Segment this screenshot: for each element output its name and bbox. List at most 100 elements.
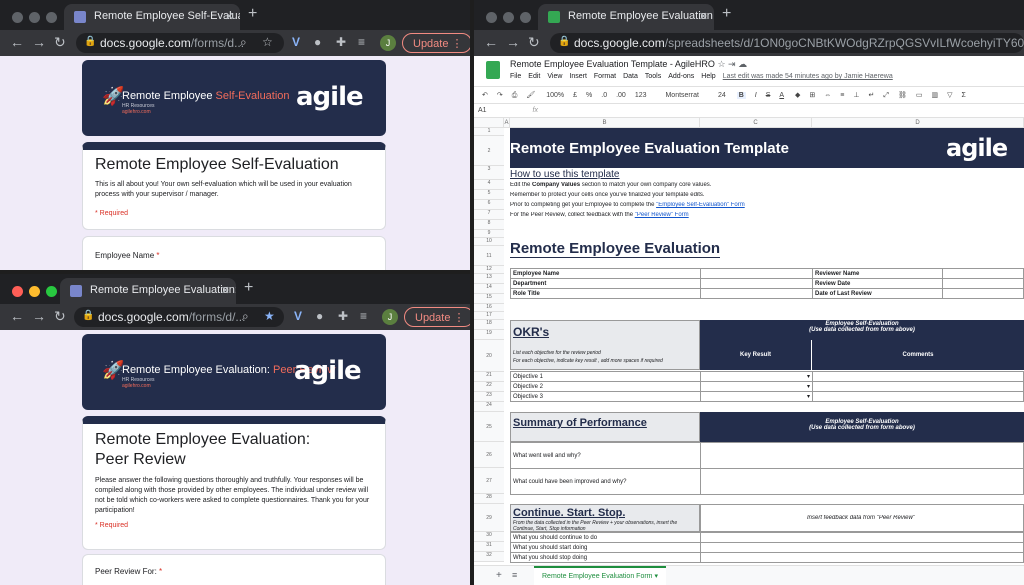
back-icon[interactable]: ← bbox=[10, 308, 24, 324]
address-bar[interactable]: 🔒 docs.google.com/forms/d... bbox=[76, 33, 284, 53]
row-number[interactable]: 1 bbox=[474, 128, 504, 136]
new-tab-icon[interactable]: + bbox=[722, 5, 731, 23]
vimeo-extension-icon[interactable]: V bbox=[292, 35, 300, 49]
address-bar[interactable]: 🔒 docs.google.com/forms/d/... bbox=[74, 307, 284, 327]
star-icon[interactable]: ☆ bbox=[717, 59, 725, 69]
document-title[interactable]: Remote Employee Evaluation Template - Ag… bbox=[510, 59, 747, 70]
borders-icon[interactable]: ⊞ bbox=[809, 92, 815, 99]
forward-icon[interactable]: → bbox=[32, 34, 46, 50]
close-window-button[interactable] bbox=[12, 12, 23, 23]
minimize-window-button[interactable] bbox=[29, 286, 40, 297]
print-icon[interactable]: ⎙ bbox=[512, 92, 518, 99]
row-number[interactable]: 11 bbox=[474, 246, 504, 266]
avatar[interactable]: J bbox=[382, 309, 398, 325]
address-bar[interactable]: 🔒 docs.google.com/spreadsheets/d/1ON0goC… bbox=[550, 33, 1024, 53]
key-result-dropdown[interactable]: ▾ bbox=[700, 391, 813, 402]
info-value[interactable] bbox=[942, 288, 1024, 299]
menu-file[interactable]: File bbox=[510, 73, 521, 80]
minimize-window-button[interactable] bbox=[503, 12, 514, 23]
menu-edit[interactable]: Edit bbox=[528, 73, 540, 80]
zoom-window-button[interactable] bbox=[46, 12, 57, 23]
minimize-window-button[interactable] bbox=[29, 12, 40, 23]
reload-icon[interactable]: ↻ bbox=[54, 308, 66, 325]
number-format-select[interactable]: 123 bbox=[635, 92, 647, 99]
comment-cell[interactable] bbox=[812, 391, 1024, 402]
key-result-dropdown[interactable]: ▾ bbox=[700, 381, 813, 392]
bookmark-star-icon[interactable]: ☆ bbox=[262, 35, 273, 49]
merge-icon[interactable]: ⇔ bbox=[824, 92, 831, 99]
comment-icon[interactable]: ▭ bbox=[916, 92, 923, 99]
fill-color-icon[interactable]: ◆ bbox=[795, 92, 800, 99]
row-header-corner[interactable] bbox=[474, 118, 504, 128]
media-icon[interactable]: ≡ bbox=[358, 35, 365, 49]
row-number[interactable]: 30 bbox=[474, 532, 504, 542]
close-tab-icon[interactable]: ✕ bbox=[225, 10, 234, 23]
zoom-window-button[interactable] bbox=[520, 12, 531, 23]
css-row-value[interactable] bbox=[700, 532, 1024, 543]
comment-cell[interactable] bbox=[812, 371, 1024, 382]
link-icon[interactable]: ⛓ bbox=[898, 92, 907, 99]
italic-button[interactable]: I bbox=[755, 92, 757, 99]
row-number[interactable]: 20 bbox=[474, 340, 504, 372]
row-number[interactable]: 9 bbox=[474, 230, 504, 238]
last-edit-link[interactable]: Last edit was made 54 minutes ago by Jam… bbox=[723, 73, 893, 80]
wrap-icon[interactable]: ↵ bbox=[868, 92, 874, 99]
close-window-button[interactable] bbox=[486, 12, 497, 23]
search-icon[interactable]: ⌕ bbox=[240, 35, 247, 50]
column-header-b[interactable]: B bbox=[510, 118, 700, 128]
info-value[interactable] bbox=[700, 268, 813, 279]
filter-icon[interactable]: ▽ bbox=[947, 92, 952, 99]
zoom-window-button[interactable] bbox=[46, 286, 57, 297]
row-number[interactable]: 3 bbox=[474, 166, 504, 180]
question-card[interactable]: Peer Review For: * bbox=[82, 554, 386, 585]
info-value[interactable] bbox=[700, 288, 813, 299]
row-number[interactable]: 23 bbox=[474, 392, 504, 402]
key-result-dropdown[interactable]: ▾ bbox=[700, 371, 813, 382]
css-row-value[interactable] bbox=[700, 552, 1024, 563]
comment-cell[interactable] bbox=[812, 381, 1024, 392]
forward-icon[interactable]: → bbox=[32, 308, 46, 324]
row-number[interactable]: 26 bbox=[474, 442, 504, 468]
media-icon[interactable]: ≡ bbox=[360, 309, 367, 323]
forward-icon[interactable]: → bbox=[506, 34, 520, 50]
decrease-decimal-button[interactable]: .0 bbox=[601, 92, 607, 99]
avatar[interactable]: J bbox=[380, 35, 396, 51]
row-number[interactable]: 24 bbox=[474, 402, 504, 412]
font-size-select[interactable]: 24 bbox=[718, 92, 726, 99]
css-row-value[interactable] bbox=[700, 542, 1024, 553]
close-window-button[interactable] bbox=[12, 286, 23, 297]
row-number[interactable]: 28 bbox=[474, 494, 504, 504]
column-header-d[interactable]: D bbox=[812, 118, 1024, 128]
back-icon[interactable]: ← bbox=[10, 34, 24, 50]
row-number[interactable]: 2 bbox=[474, 136, 504, 166]
paint-format-icon[interactable]: 🖌 bbox=[526, 92, 535, 99]
row-number[interactable]: 4 bbox=[474, 180, 504, 190]
new-tab-icon[interactable]: + bbox=[248, 5, 257, 23]
menu-format[interactable]: Format bbox=[594, 73, 616, 80]
row-number[interactable]: 19 bbox=[474, 330, 504, 340]
row-number[interactable]: 18 bbox=[474, 320, 504, 330]
text-color-button[interactable]: A bbox=[779, 92, 784, 99]
row-number[interactable]: 21 bbox=[474, 372, 504, 382]
tab-peer-review[interactable]: Remote Employee Evaluation: F ✕ bbox=[60, 278, 236, 304]
row-number[interactable]: 7 bbox=[474, 210, 504, 220]
add-sheet-icon[interactable]: + bbox=[496, 570, 502, 581]
increase-decimal-button[interactable]: .00 bbox=[616, 92, 626, 99]
row-number[interactable]: 10 bbox=[474, 238, 504, 246]
row-number[interactable]: 22 bbox=[474, 382, 504, 392]
row-number[interactable]: 17 bbox=[474, 312, 504, 320]
name-box[interactable]: A1 bbox=[478, 107, 487, 114]
bold-button[interactable]: B bbox=[736, 92, 746, 99]
info-value[interactable] bbox=[942, 278, 1024, 289]
update-button[interactable]: Update ⋮ bbox=[404, 307, 470, 327]
chart-icon[interactable]: ▥ bbox=[931, 92, 938, 99]
menu-insert[interactable]: Insert bbox=[569, 73, 587, 80]
row-number[interactable]: 27 bbox=[474, 468, 504, 494]
bookmark-star-icon[interactable]: ★ bbox=[264, 309, 275, 323]
all-sheets-icon[interactable]: ≡ bbox=[512, 570, 517, 580]
row-number[interactable]: 8 bbox=[474, 220, 504, 230]
row-number[interactable]: 32 bbox=[474, 552, 504, 562]
row-number[interactable]: 16 bbox=[474, 304, 504, 312]
puzzle-icon[interactable]: ✚ bbox=[336, 35, 346, 49]
tab-self-evaluation[interactable]: Remote Employee Self-Evaluat ✕ bbox=[64, 4, 240, 30]
